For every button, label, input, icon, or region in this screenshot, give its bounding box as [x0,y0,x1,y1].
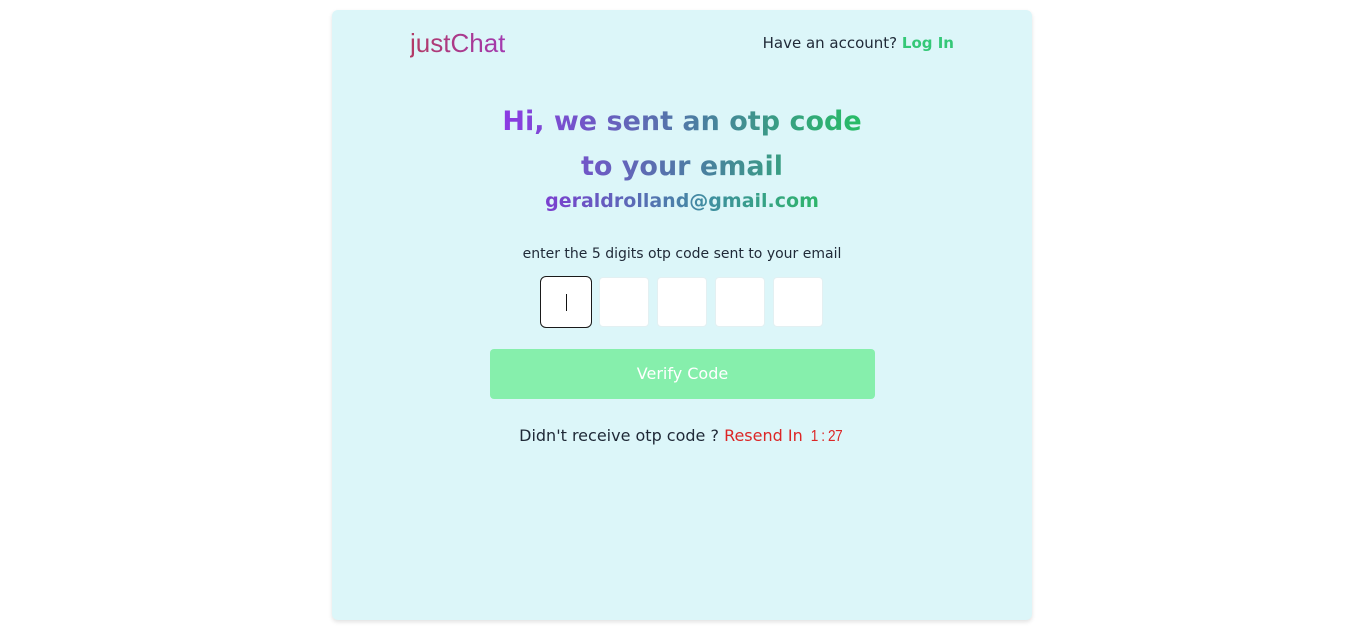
email-address: geraldrolland@gmail.com [482,188,882,214]
login-prompt: Have an account? Log In [763,33,954,53]
resend-label: Resend In [724,426,803,445]
otp-card: justChat Have an account? Log In Hi, we … [332,10,1032,620]
otp-digit-3[interactable] [657,277,707,327]
resend-link[interactable]: Resend In 1 : 27 [724,426,845,445]
resend-row: Didn't receive otp code ? Resend In 1 : … [432,425,932,448]
otp-input-group [540,276,830,329]
otp-instruction: enter the 5 digits otp code sent to your… [522,246,842,262]
login-link[interactable]: Log In [902,34,954,52]
page-title: Hi, we sent an otp code to your email [482,99,882,189]
brand-logo[interactable]: justChat [410,28,505,58]
otp-digit-5[interactable] [773,277,823,327]
otp-digit-1[interactable] [540,276,592,328]
account-prompt-text: Have an account? [762,34,898,52]
otp-digit-2[interactable] [599,277,649,327]
verify-code-button[interactable]: Verify Code [490,349,875,399]
otp-digit-4[interactable] [715,277,765,327]
text-cursor [566,294,567,311]
email-address-text: geraldrolland@gmail.com [545,190,819,212]
resend-timer: 1 : 27 [810,428,843,445]
resend-prompt-text: Didn't receive otp code ? [519,426,719,445]
